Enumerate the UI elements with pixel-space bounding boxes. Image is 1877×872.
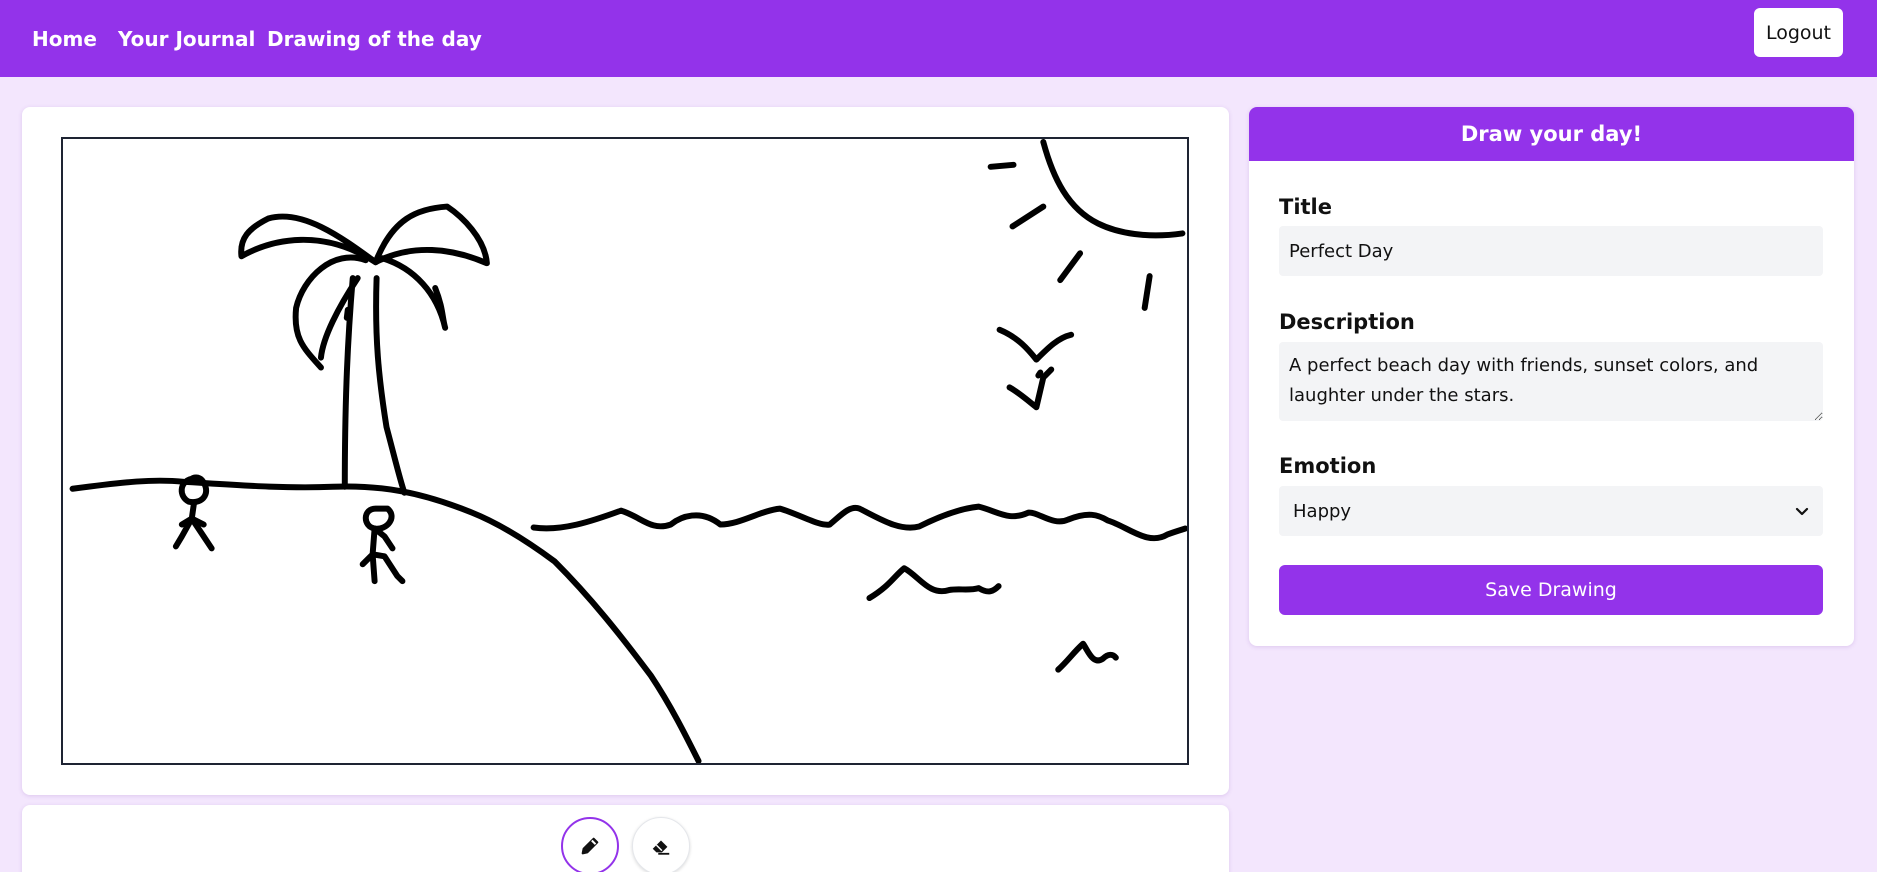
stick-person-stroke [362,505,395,532]
pencil-tool-button[interactable] [561,817,619,872]
emotion-label: Emotion [1279,454,1377,478]
nav-link-home[interactable]: Home [32,27,97,51]
emotion-select[interactable]: Happy [1279,486,1823,536]
drawing-form: Draw your day! Title Description A perfe… [1249,107,1854,646]
wave-stroke [530,503,1187,542]
eraser-icon [652,840,670,855]
bird-stroke [996,326,1075,363]
drawing-canvas[interactable] [61,137,1189,765]
nav-link-your-journal[interactable]: Your Journal [118,27,255,51]
title-input[interactable] [1279,226,1823,276]
description-textarea[interactable]: A perfect beach day with friends, sunset… [1279,342,1823,421]
navbar: Home Your Journal Drawing of the day Log… [0,0,1877,77]
canvas-card [22,107,1229,795]
title-label: Title [1279,195,1333,219]
form-header: Draw your day! [1249,107,1854,161]
save-drawing-button[interactable]: Save Drawing [1279,565,1823,615]
sun-stroke [1040,139,1186,239]
pencil-icon [581,837,599,855]
description-label: Description [1279,310,1415,334]
tools-card [22,805,1229,872]
emotion-selected-value: Happy [1293,500,1352,522]
chevron-down-icon [1795,507,1809,516]
nav-link-drawing-of-the-day[interactable]: Drawing of the day [267,27,482,51]
palm-trunk-stroke [341,275,408,496]
eraser-tool-button[interactable] [632,817,690,872]
logout-button[interactable]: Logout [1753,8,1843,57]
